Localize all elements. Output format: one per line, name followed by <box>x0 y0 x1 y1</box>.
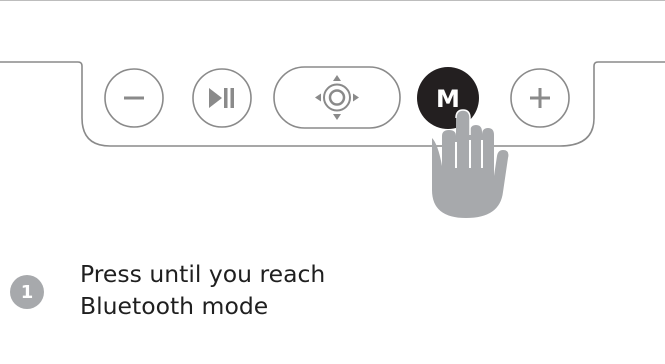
minus-icon <box>124 96 144 100</box>
play-pause-button[interactable] <box>192 68 252 128</box>
instruction-line-1: Press until you reach <box>80 260 326 288</box>
navigation-button[interactable] <box>273 66 401 129</box>
speaker-control-panel-illustration: M <box>0 61 665 218</box>
volume-up-button[interactable] <box>510 68 570 128</box>
step-instruction: Press until you reach Bluetooth mode <box>80 258 325 322</box>
volume-down-button[interactable] <box>104 68 164 128</box>
step-number-badge: 1 <box>10 275 44 309</box>
mode-button-label: M <box>436 85 460 113</box>
instruction-line-2: Bluetooth mode <box>80 292 269 320</box>
